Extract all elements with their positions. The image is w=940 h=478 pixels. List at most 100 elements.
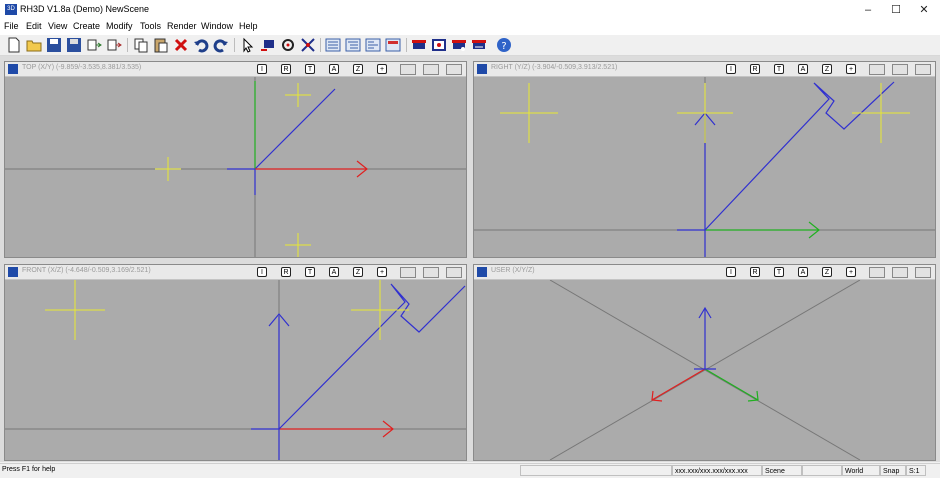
viewport-close-button[interactable] xyxy=(915,267,931,278)
viewport-right[interactable]: RIGHT (Y/Z) (-3.904/-0.509,3.913/2.521) … xyxy=(473,61,936,258)
viewport-minimize-button[interactable] xyxy=(400,64,416,75)
status-coords: xxx.xxx/xxx.xxx/xxx.xxx xyxy=(672,465,762,476)
viewport-top[interactable]: TOP (X/Y) (-9.859/-3.535,8.381/3.535) I … xyxy=(4,61,467,258)
viewport-restore-button[interactable] xyxy=(892,64,908,75)
copy-icon[interactable] xyxy=(133,37,149,53)
viewport-canvas[interactable] xyxy=(474,280,935,460)
viewport-close-button[interactable] xyxy=(446,267,462,278)
tool-zoom-button[interactable]: Z xyxy=(822,267,832,277)
list-view-2-icon[interactable] xyxy=(345,37,361,53)
save-icon[interactable] xyxy=(46,37,62,53)
save-as-icon[interactable] xyxy=(66,37,82,53)
status-help-text: Press F1 for help xyxy=(2,466,56,473)
tool-pan-button[interactable]: + xyxy=(377,267,387,277)
close-button[interactable]: ✕ xyxy=(910,0,938,20)
tool-pan-button[interactable]: + xyxy=(846,64,856,74)
viewport-restore-button[interactable] xyxy=(423,64,439,75)
tool-translate-button[interactable]: T xyxy=(305,267,315,277)
maximize-button[interactable]: ☐ xyxy=(882,0,910,20)
app-icon: 3D xyxy=(5,4,17,15)
tool-rotate-button[interactable]: R xyxy=(281,64,291,74)
import-icon[interactable] xyxy=(86,37,102,53)
tool-translate-button[interactable]: T xyxy=(305,64,315,74)
render-2-icon[interactable] xyxy=(431,37,447,53)
menu-edit[interactable]: Edit xyxy=(26,21,42,31)
viewport-label: RIGHT (Y/Z) (-3.904/-0.509,3.913/2.521) xyxy=(491,64,618,71)
render-1-icon[interactable] xyxy=(411,37,427,53)
redo-icon[interactable] xyxy=(213,37,229,53)
status-snap[interactable]: Snap xyxy=(880,465,906,476)
menu-view[interactable]: View xyxy=(48,21,67,31)
svg-text:?: ? xyxy=(501,41,506,52)
status-empty-box xyxy=(802,465,842,476)
tool-axis-button[interactable]: A xyxy=(329,64,339,74)
window-title: RH3D V1.8a (Demo) NewScene xyxy=(20,4,150,14)
delete-icon[interactable] xyxy=(173,37,189,53)
viewport-header: RIGHT (Y/Z) (-3.904/-0.509,3.913/2.521) … xyxy=(474,62,935,77)
menu-tools[interactable]: Tools xyxy=(140,21,161,31)
viewport-minimize-button[interactable] xyxy=(869,267,885,278)
tool-rotate-button[interactable]: R xyxy=(750,267,760,277)
viewport-minimize-button[interactable] xyxy=(400,267,416,278)
menu-file[interactable]: File xyxy=(4,21,19,31)
viewport-label: FRONT (X/Z) (-4.648/-0.509,3.169/2.521) xyxy=(22,267,151,274)
move-icon[interactable] xyxy=(260,37,276,53)
list-view-3-icon[interactable] xyxy=(365,37,381,53)
select-arrow-icon[interactable] xyxy=(240,37,256,53)
tool-zoom-button[interactable]: Z xyxy=(353,267,363,277)
tool-zoom-button[interactable]: Z xyxy=(822,64,832,74)
export-icon[interactable] xyxy=(106,37,122,53)
menu-window[interactable]: Window xyxy=(201,21,233,31)
status-message-box xyxy=(520,465,672,476)
tool-axis-button[interactable]: A xyxy=(798,267,808,277)
tool-info-button[interactable]: I xyxy=(257,267,267,277)
tool-translate-button[interactable]: T xyxy=(774,267,784,277)
tool-info-button[interactable]: I xyxy=(257,64,267,74)
viewport-icon xyxy=(8,64,18,74)
render-3-icon[interactable] xyxy=(451,37,467,53)
undo-icon[interactable] xyxy=(193,37,209,53)
status-scene: Scene xyxy=(762,465,802,476)
viewport-canvas[interactable] xyxy=(474,77,935,257)
menu-help[interactable]: Help xyxy=(239,21,258,31)
help-icon[interactable]: ? xyxy=(496,37,512,53)
tool-translate-button[interactable]: T xyxy=(774,64,784,74)
tool-info-button[interactable]: I xyxy=(726,64,736,74)
tool-axis-button[interactable]: A xyxy=(798,64,808,74)
tool-zoom-button[interactable]: Z xyxy=(353,64,363,74)
menu-create[interactable]: Create xyxy=(73,21,100,31)
tool-pan-button[interactable]: + xyxy=(846,267,856,277)
new-file-icon[interactable] xyxy=(6,37,22,53)
tool-rotate-button[interactable]: R xyxy=(281,267,291,277)
status-scale: S:1 xyxy=(906,465,926,476)
viewport-header: USER (X/Y/Z) I R T A Z + xyxy=(474,265,935,280)
viewport-restore-button[interactable] xyxy=(423,267,439,278)
list-view-1-icon[interactable] xyxy=(325,37,341,53)
viewport-restore-button[interactable] xyxy=(892,267,908,278)
status-world[interactable]: World xyxy=(842,465,880,476)
menu-bar: File Edit View Create Modify Tools Rende… xyxy=(0,20,940,35)
open-folder-icon[interactable] xyxy=(26,37,42,53)
menu-render[interactable]: Render xyxy=(167,21,197,31)
list-view-4-icon[interactable] xyxy=(385,37,401,53)
viewport-icon xyxy=(477,64,487,74)
tool-pan-button[interactable]: + xyxy=(377,64,387,74)
viewport-close-button[interactable] xyxy=(446,64,462,75)
tool-info-button[interactable]: I xyxy=(726,267,736,277)
viewport-front[interactable]: FRONT (X/Z) (-4.648/-0.509,3.169/2.521) … xyxy=(4,264,467,461)
scale-icon[interactable] xyxy=(300,37,316,53)
minimize-button[interactable]: – xyxy=(854,0,882,20)
menu-modify[interactable]: Modify xyxy=(106,21,133,31)
render-4-icon[interactable] xyxy=(471,37,487,53)
viewport-canvas[interactable] xyxy=(5,280,466,460)
viewport-user[interactable]: USER (X/Y/Z) I R T A Z + xyxy=(473,264,936,461)
paste-icon[interactable] xyxy=(153,37,169,53)
viewport-minimize-button[interactable] xyxy=(869,64,885,75)
viewport-label: TOP (X/Y) (-9.859/-3.535,8.381/3.535) xyxy=(22,64,142,71)
rotate-icon[interactable] xyxy=(280,37,296,53)
tool-axis-button[interactable]: A xyxy=(329,267,339,277)
viewport-close-button[interactable] xyxy=(915,64,931,75)
viewport-canvas[interactable] xyxy=(5,77,466,257)
workspace: TOP (X/Y) (-9.859/-3.535,8.381/3.535) I … xyxy=(0,56,940,462)
tool-rotate-button[interactable]: R xyxy=(750,64,760,74)
